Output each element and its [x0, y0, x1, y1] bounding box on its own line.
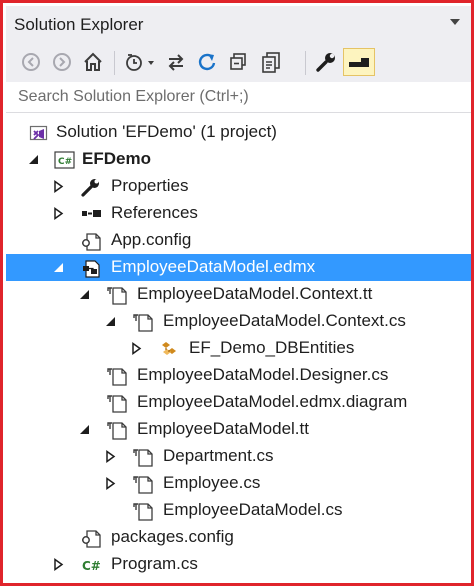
- references-icon: [81, 204, 101, 224]
- tree-item-label: EFDemo: [82, 149, 151, 168]
- tree-item-model-tt[interactable]: EmployeeDataModel.tt: [6, 416, 471, 443]
- back-icon[interactable]: [18, 48, 44, 76]
- expand-arrow-icon[interactable]: [104, 477, 117, 490]
- solution-explorer-panel: Solution Explorer Search Solution Explor…: [0, 0, 474, 586]
- tree-item-label: Program.cs: [111, 554, 198, 573]
- config-file-icon: [81, 231, 101, 251]
- collapse-arrow-icon[interactable]: [78, 423, 91, 436]
- csharp-project-icon: C#: [54, 150, 75, 170]
- search-input[interactable]: [6, 82, 471, 112]
- collapse-arrow-icon[interactable]: [27, 153, 40, 166]
- tree-item-label: App.config: [111, 230, 192, 249]
- tree-item-department-cs[interactable]: Department.cs: [6, 443, 471, 470]
- panel-title: Solution Explorer: [14, 15, 144, 34]
- visual-studio-solution-icon: [29, 123, 49, 143]
- tree-item-project[interactable]: C# EFDemo: [6, 146, 471, 173]
- tree-item-context-cs[interactable]: EmployeeDataModel.Context.cs: [6, 308, 471, 335]
- config-file-icon: [81, 528, 101, 548]
- solution-explorer-toolbar: [6, 42, 471, 82]
- collapse-arrow-icon[interactable]: [78, 288, 91, 301]
- tree-item-solution[interactable]: Solution 'EFDemo' (1 project): [6, 119, 471, 146]
- preview-selected-items-icon[interactable]: [343, 48, 375, 76]
- tree-item-label: Employee.cs: [163, 473, 261, 492]
- svg-text:C#: C#: [58, 157, 72, 167]
- class-icon: [159, 339, 179, 359]
- tree-item-edmx-diagram[interactable]: EmployeeDataModel.edmx.diagram: [6, 389, 471, 416]
- csharp-file-icon: [133, 501, 153, 521]
- diagram-file-icon: [107, 393, 127, 413]
- wrench-icon: [81, 177, 101, 197]
- tree-item-label: EmployeeDataModel.tt: [137, 419, 309, 438]
- tree-item-references[interactable]: References: [6, 200, 471, 227]
- csharp-file-icon: [107, 366, 127, 386]
- tree-item-label: EmployeeDataModel.Context.cs: [163, 311, 406, 330]
- tree-item-label: References: [111, 203, 198, 222]
- forward-icon[interactable]: [49, 48, 75, 76]
- show-all-files-icon[interactable]: [256, 48, 286, 76]
- tree-item-label: EmployeeDataModel.edmx: [111, 257, 316, 276]
- tree-item-app-config[interactable]: App.config: [6, 227, 471, 254]
- pending-changes-filter-icon[interactable]: [123, 48, 159, 76]
- expand-arrow-icon[interactable]: [52, 180, 65, 193]
- panel-title-bar: Solution Explorer: [6, 6, 471, 42]
- tree-item-label: EmployeeDataModel.cs: [163, 500, 343, 519]
- csharp-file-icon: [133, 312, 153, 332]
- refresh-icon[interactable]: [194, 48, 220, 76]
- properties-icon[interactable]: [312, 48, 340, 76]
- tree-item-db-entities[interactable]: EF_Demo_DBEntities: [6, 335, 471, 362]
- tree-item-label: EmployeeDataModel.Designer.cs: [137, 365, 389, 384]
- entity-model-icon: [81, 258, 101, 278]
- tree-item-properties[interactable]: Properties: [6, 173, 471, 200]
- collapse-arrow-icon[interactable]: [52, 261, 65, 274]
- expand-arrow-icon[interactable]: [52, 558, 65, 571]
- toolbar-separator: [305, 51, 306, 75]
- tree-item-packages-config[interactable]: packages.config: [6, 524, 471, 551]
- collapse-arrow-icon[interactable]: [104, 315, 117, 328]
- tree-item-model-cs[interactable]: EmployeeDataModel.cs: [6, 497, 471, 524]
- csharp-file-icon: [133, 447, 153, 467]
- search-box: [6, 82, 471, 113]
- csharp-source-icon: C#: [81, 555, 101, 575]
- tree-item-label: packages.config: [111, 527, 234, 546]
- tree-item-label: EF_Demo_DBEntities: [189, 338, 355, 357]
- tree-item-designer-cs[interactable]: EmployeeDataModel.Designer.cs: [6, 362, 471, 389]
- csharp-file-icon: [133, 474, 153, 494]
- tree-item-label: Department.cs: [163, 446, 274, 465]
- panel-options-dropdown-icon[interactable]: [450, 19, 460, 25]
- collapse-all-icon[interactable]: [225, 48, 251, 76]
- expand-arrow-icon[interactable]: [104, 450, 117, 463]
- toolbar-separator: [114, 51, 115, 75]
- expand-arrow-icon[interactable]: [52, 207, 65, 220]
- template-file-icon: [107, 285, 127, 305]
- tree-item-employee-cs[interactable]: Employee.cs: [6, 470, 471, 497]
- tree-item-label: EmployeeDataModel.edmx.diagram: [137, 392, 408, 411]
- home-icon[interactable]: [80, 48, 106, 76]
- expand-arrow-icon[interactable]: [130, 342, 143, 355]
- tree-item-context-tt[interactable]: EmployeeDataModel.Context.tt: [6, 281, 471, 308]
- svg-text:C#: C#: [82, 559, 101, 573]
- tree-item-label: EmployeeDataModel.Context.tt: [137, 284, 373, 303]
- tree-item-edmx[interactable]: EmployeeDataModel.edmx: [6, 254, 471, 281]
- template-file-icon: [107, 420, 127, 440]
- tree-item-label: Properties: [111, 176, 189, 195]
- tree-item-program-cs[interactable]: C# Program.cs: [6, 551, 471, 578]
- sync-with-active-document-icon[interactable]: [163, 48, 189, 76]
- tree-item-label: Solution 'EFDemo' (1 project): [56, 122, 277, 141]
